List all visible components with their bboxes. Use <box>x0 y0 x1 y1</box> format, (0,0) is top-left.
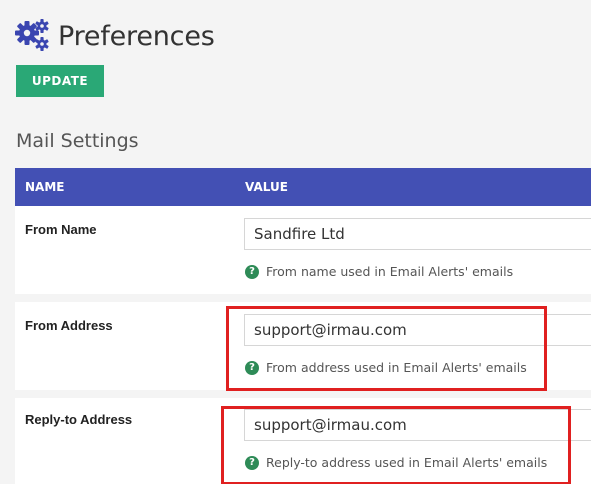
setting-row-from-address: From Address ? From address used in Emai… <box>15 302 591 390</box>
setting-row-reply-to-address: Reply-to Address ? Reply-to address used… <box>15 398 591 484</box>
setting-label: From Name <box>25 222 97 237</box>
setting-label: Reply-to Address <box>25 412 133 427</box>
table-header: NAME VALUE <box>15 168 591 206</box>
update-button[interactable]: UPDATE <box>16 65 104 97</box>
hint-text: From address used in Email Alerts' email… <box>266 360 527 375</box>
column-header-name: NAME <box>25 180 65 194</box>
page-title: Preferences <box>58 20 215 52</box>
hint-text: Reply-to address used in Email Alerts' e… <box>266 455 548 470</box>
reply-to-address-input[interactable] <box>244 409 591 441</box>
hint-text: From name used in Email Alerts' emails <box>266 264 514 279</box>
help-icon: ? <box>245 264 259 279</box>
setting-hint: ? From name used in Email Alerts' emails <box>245 264 513 279</box>
setting-label: From Address <box>25 318 113 333</box>
from-address-input[interactable] <box>244 314 591 346</box>
column-header-value: VALUE <box>245 180 288 194</box>
help-icon: ? <box>245 455 259 470</box>
setting-row-from-name: From Name ? From name used in Email Aler… <box>15 206 591 294</box>
setting-hint: ? From address used in Email Alerts' ema… <box>245 360 527 375</box>
setting-hint: ? Reply-to address used in Email Alerts'… <box>245 455 547 470</box>
gears-icon <box>14 18 52 54</box>
section-title: Mail Settings <box>16 130 139 152</box>
page-header: Preferences <box>14 18 215 54</box>
from-name-input[interactable] <box>244 218 591 250</box>
help-icon: ? <box>245 360 259 375</box>
